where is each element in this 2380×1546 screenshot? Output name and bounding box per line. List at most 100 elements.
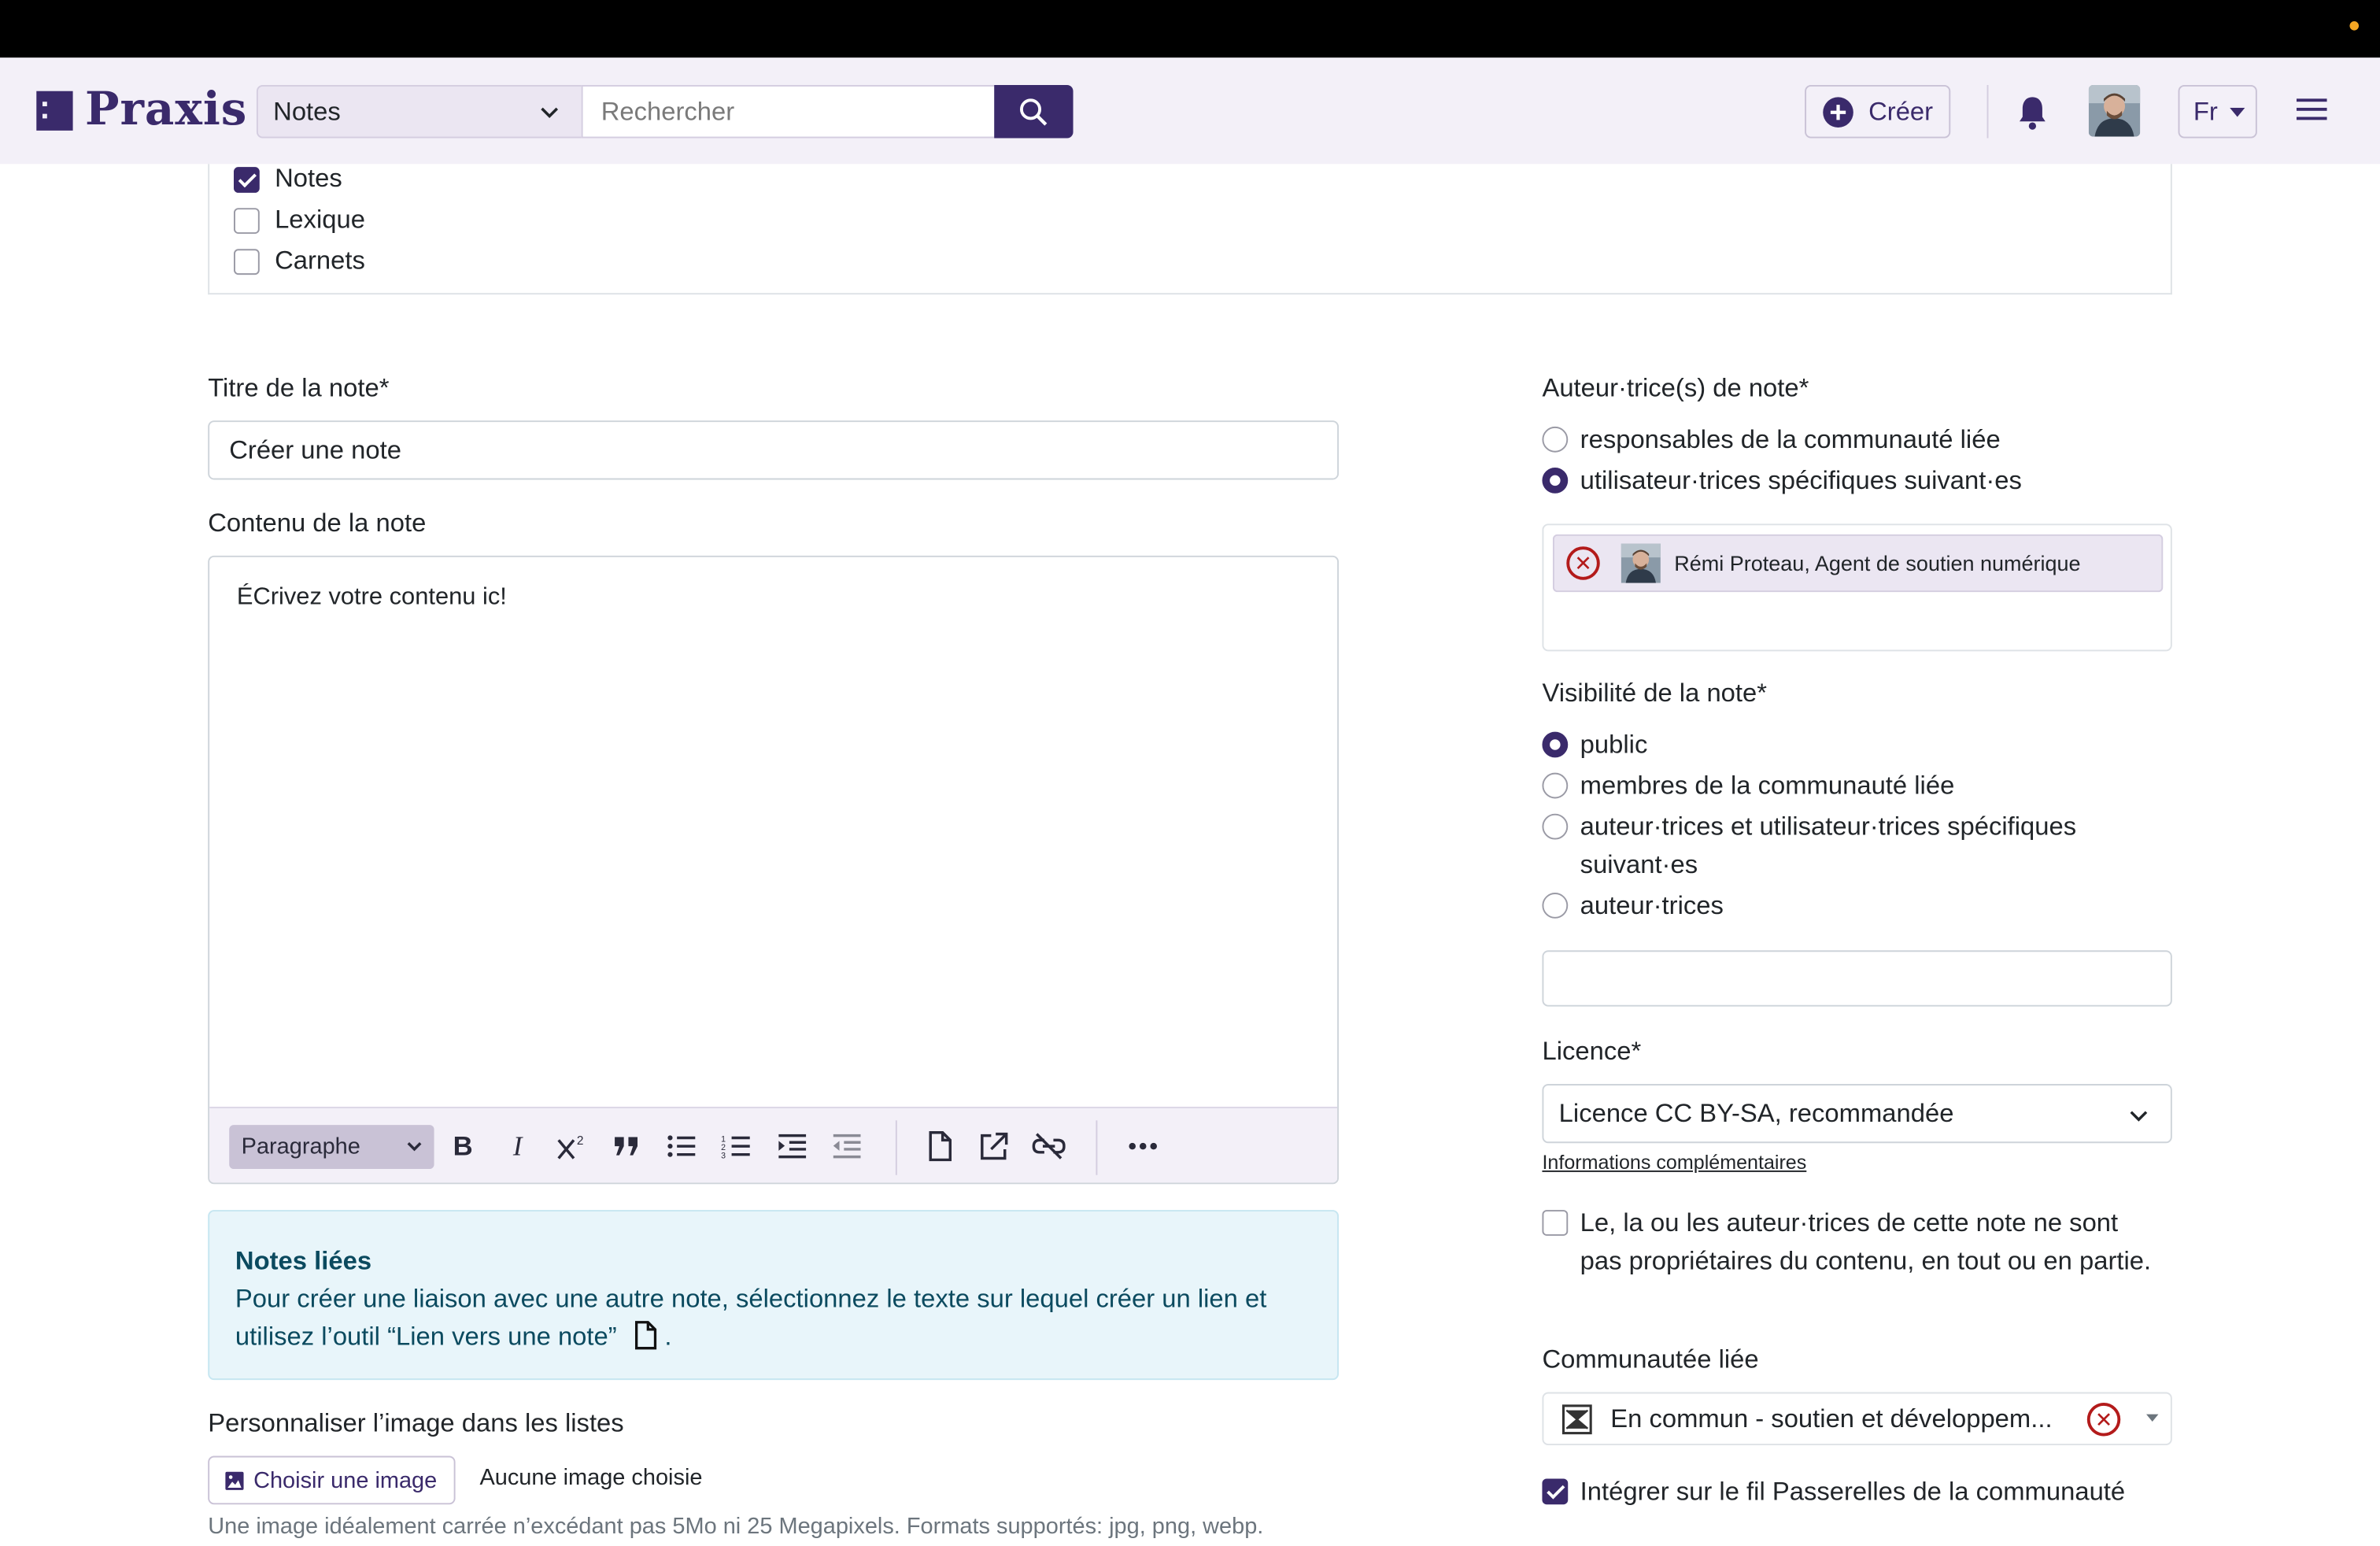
visibility-radio-members[interactable] [1542, 772, 1569, 799]
quote-icon [615, 1137, 638, 1156]
more-options-button[interactable] [1123, 1128, 1162, 1164]
language-value: Fr [2193, 96, 2218, 126]
numbered-list-icon: 123 [721, 1134, 750, 1159]
visibility-radio-authors-specific[interactable] [1542, 813, 1569, 840]
no-image-text: Aucune image choisie [479, 1465, 703, 1491]
integrate-option[interactable]: Intégrer sur le fil Passerelles de la co… [1542, 1473, 2125, 1511]
authors-radio-specific[interactable] [1542, 468, 1569, 494]
search-icon [1020, 98, 1048, 125]
search-scope-value: Notes [273, 96, 341, 126]
caret-down-icon [2230, 106, 2245, 117]
ownership-label: Le, la ou les auteur·trices de cette not… [1580, 1208, 2152, 1276]
filter-carnets[interactable]: Carnets [234, 246, 365, 276]
visibility-option-label: auteur·trices [1580, 891, 1724, 920]
authors-option-community[interactable]: responsables de la communauté liée [1542, 420, 2001, 458]
visibility-radio-authors[interactable] [1542, 893, 1569, 919]
visibility-option-authors-specific[interactable]: auteur·trices et utilisateur·trices spéc… [1542, 808, 2149, 883]
bullet-list-icon [667, 1135, 696, 1157]
choose-image-button[interactable]: Choisir une image [208, 1455, 456, 1505]
linked-notes-body: Pour créer une liaison avec une autre no… [235, 1280, 1311, 1356]
linked-notes-end: . [664, 1322, 672, 1352]
visibility-option-label: public [1580, 730, 1648, 760]
bold-icon: B [453, 1130, 473, 1161]
search-button[interactable] [994, 85, 1074, 139]
hamburger-menu-icon[interactable] [2296, 98, 2327, 123]
note-title-input[interactable]: Créer une note [208, 420, 1340, 480]
integrate-checkbox[interactable] [1542, 1478, 1569, 1505]
note-title-label: Titre de la note* [208, 373, 390, 403]
toolbar-divider [1096, 1120, 1098, 1175]
visibility-option-public[interactable]: public [1542, 726, 1647, 764]
visibility-users-input[interactable] [1542, 950, 2172, 1007]
italic-icon: I [512, 1130, 523, 1161]
choose-image-label: Choisir une image [253, 1466, 438, 1493]
community-select[interactable]: En commun - soutien et développem... ✕ [1542, 1392, 2172, 1446]
filter-notes-checkbox[interactable] [234, 166, 260, 192]
filter-carnets-label: Carnets [275, 246, 365, 276]
external-link-button[interactable] [974, 1128, 1014, 1164]
blockquote-button[interactable] [607, 1128, 646, 1164]
ownership-option[interactable]: Le, la ou les auteur·trices de cette not… [1542, 1204, 2164, 1279]
language-select[interactable]: Fr [2178, 85, 2257, 139]
chevron-down-icon [2130, 1111, 2148, 1122]
integrate-label: Intégrer sur le fil Passerelles de la co… [1580, 1477, 2126, 1507]
filter-lexique[interactable]: Lexique [234, 205, 365, 235]
bold-button[interactable]: B [443, 1128, 482, 1164]
linked-notes-info: Notes liées Pour créer une liaison avec … [208, 1210, 1340, 1381]
italic-button[interactable]: I [498, 1128, 538, 1164]
note-content-label: Contenu de la note [208, 509, 427, 538]
svg-text:3: 3 [721, 1152, 726, 1159]
licence-value: Licence CC BY-SA, recommandée [1558, 1098, 1954, 1127]
file-icon [635, 1321, 657, 1350]
navbar-divider [1986, 85, 1989, 139]
more-horizontal-icon [1129, 1142, 1157, 1150]
authors-label: Auteur·trice(s) de note* [1542, 373, 1809, 403]
paragraph-style-value: Paragraphe [241, 1134, 360, 1160]
image-help-text: Une image idéalement carrée n’excédant p… [208, 1513, 1264, 1540]
numbered-list-button[interactable]: 123 [716, 1128, 756, 1164]
editor-toolbar: Paragraphe B I 2 123 [209, 1106, 1338, 1183]
superscript-button[interactable]: 2 [552, 1128, 592, 1164]
create-button-label: Créer [1868, 96, 1934, 126]
licence-select[interactable]: Licence CC BY-SA, recommandée [1542, 1084, 2172, 1144]
search-input[interactable] [581, 85, 996, 139]
community-value: En commun - soutien et développem... [1610, 1403, 2053, 1433]
unlink-button[interactable] [1029, 1128, 1069, 1164]
user-avatar[interactable] [2088, 85, 2141, 137]
remove-author-icon[interactable]: ✕ [1566, 546, 1600, 580]
indent-button[interactable] [773, 1128, 812, 1164]
visibility-option-members[interactable]: membres de la communauté liée [1542, 767, 1954, 804]
authors-option-label: responsables de la communauté liée [1580, 425, 2001, 454]
filter-notes[interactable]: Notes [234, 164, 342, 194]
editor-content-text[interactable]: ÉCrivez votre contenu ic! [237, 585, 507, 612]
external-link-icon [981, 1132, 1008, 1160]
note-content-editor[interactable]: ÉCrivez votre contenu ic! Paragraphe B I… [208, 555, 1340, 1185]
visibility-option-authors[interactable]: auteur·trices [1542, 886, 1724, 924]
bullet-list-button[interactable] [662, 1128, 701, 1164]
clear-community-icon[interactable]: ✕ [2086, 1403, 2121, 1437]
search-type-filter: Notes Lexique Carnets [208, 164, 2172, 295]
outdent-icon [833, 1134, 861, 1159]
paragraph-style-select[interactable]: Paragraphe [229, 1125, 434, 1170]
authors-selector[interactable]: ✕ Rémi Proteau, Agent de soutien numériq… [1542, 523, 2172, 652]
visibility-radio-public[interactable] [1542, 731, 1569, 758]
create-button[interactable]: Créer [1805, 85, 1951, 139]
bell-icon[interactable] [2016, 94, 2049, 131]
filter-lexique-checkbox[interactable] [234, 207, 260, 234]
authors-option-specific[interactable]: utilisateur·trices spécifiques suivant·e… [1542, 461, 2022, 499]
note-title-value: Créer une note [229, 435, 401, 464]
licence-info-link[interactable]: Informations complémentaires [1542, 1151, 1806, 1174]
link-to-note-button[interactable] [920, 1128, 959, 1164]
svg-text:2: 2 [577, 1134, 584, 1148]
unlink-icon [1032, 1133, 1066, 1160]
filter-carnets-checkbox[interactable] [234, 248, 260, 275]
superscript-icon: 2 [557, 1134, 584, 1160]
outdent-button[interactable] [827, 1128, 867, 1164]
search-scope-select[interactable]: Notes [256, 85, 583, 139]
visibility-option-label: auteur·trices et utilisateur·trices spéc… [1580, 812, 2077, 879]
author-avatar [1621, 543, 1661, 583]
author-chip: ✕ Rémi Proteau, Agent de soutien numériq… [1552, 534, 2164, 593]
authors-radio-community[interactable] [1542, 426, 1569, 453]
brand-logo[interactable]: Praxis [36, 83, 247, 137]
ownership-checkbox[interactable] [1542, 1210, 1569, 1236]
